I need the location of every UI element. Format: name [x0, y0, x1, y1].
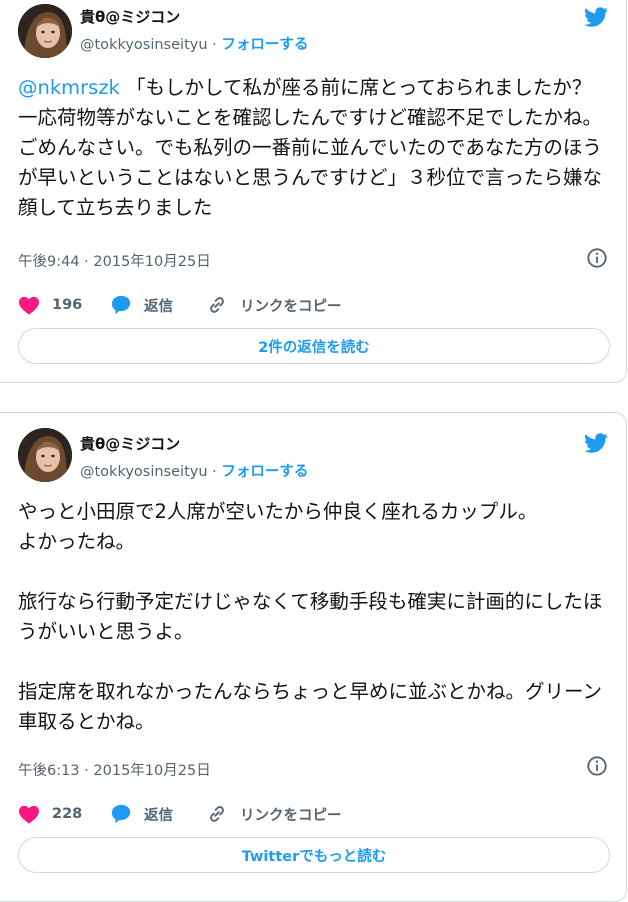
copy-link-label: リンクをコピー: [240, 807, 342, 824]
handle-line: @tokkyosinseityu · フォローする: [80, 460, 308, 481]
reply-bubble-icon: [111, 804, 131, 824]
mention-link[interactable]: @nkmrszk: [18, 76, 120, 99]
follow-button[interactable]: フォローする: [221, 37, 308, 53]
like-button[interactable]: 196: [18, 293, 82, 317]
action-bar: 228 返信 リンクをコピー: [18, 802, 608, 826]
like-count: 196: [52, 297, 83, 313]
heart-icon: [19, 805, 39, 824]
tweet-card-2: 貴θ@ミジコン @tokkyosinseityu · フォローする やっと小田原…: [0, 412, 627, 902]
author-name[interactable]: 貴θ@ミジコン: [80, 6, 180, 27]
handle-line: @tokkyosinseityu · フォローする: [80, 33, 308, 54]
like-count: 228: [52, 806, 83, 822]
follow-button[interactable]: フォローする: [221, 464, 308, 480]
author-handle[interactable]: @tokkyosinseityu: [80, 464, 208, 480]
reply-button[interactable]: 返信: [110, 802, 173, 826]
tweet-card-1: 貴θ@ミジコン @tokkyosinseityu · フォローする @nkmrs…: [0, 0, 627, 383]
action-bar: 196 返信 リンクをコピー: [18, 293, 608, 317]
separator: ·: [207, 464, 222, 480]
reply-label: 返信: [144, 298, 173, 315]
heart-icon: [19, 296, 39, 315]
author-name[interactable]: 貴θ@ミジコン: [80, 433, 180, 454]
twitter-bird-icon[interactable]: [582, 431, 610, 455]
info-icon[interactable]: [586, 247, 608, 269]
separator: ·: [207, 37, 222, 53]
timestamp[interactable]: 午後6:13 · 2015年10月25日: [18, 759, 211, 780]
read-replies-button[interactable]: 2件の返信を読む: [18, 328, 610, 364]
read-more-button[interactable]: Twitterでもっと読む: [18, 837, 610, 873]
reply-button[interactable]: 返信: [110, 293, 173, 317]
copy-link-button[interactable]: リンクをコピー: [206, 802, 342, 826]
timestamp[interactable]: 午後9:44 · 2015年10月25日: [18, 250, 211, 271]
like-button[interactable]: 228: [18, 802, 82, 826]
link-icon: [210, 297, 224, 313]
tweet-text: やっと小田原で2人席が空いたから仲良く座れるカップル。 よかったね。 旅行なら行…: [18, 500, 603, 733]
reply-bubble-icon: [111, 295, 131, 315]
avatar[interactable]: [18, 4, 72, 58]
copy-link-button[interactable]: リンクをコピー: [206, 293, 342, 317]
link-icon: [210, 806, 224, 822]
author-handle[interactable]: @tokkyosinseityu: [80, 37, 208, 53]
copy-link-label: リンクをコピー: [240, 298, 342, 315]
info-icon[interactable]: [586, 755, 608, 777]
twitter-bird-icon[interactable]: [582, 5, 610, 29]
avatar[interactable]: [18, 428, 72, 482]
tweet-text: @nkmrszk 「もしかして私が座る前に席とっておられましたか？一応荷物等がな…: [18, 73, 610, 223]
reply-label: 返信: [144, 807, 173, 824]
